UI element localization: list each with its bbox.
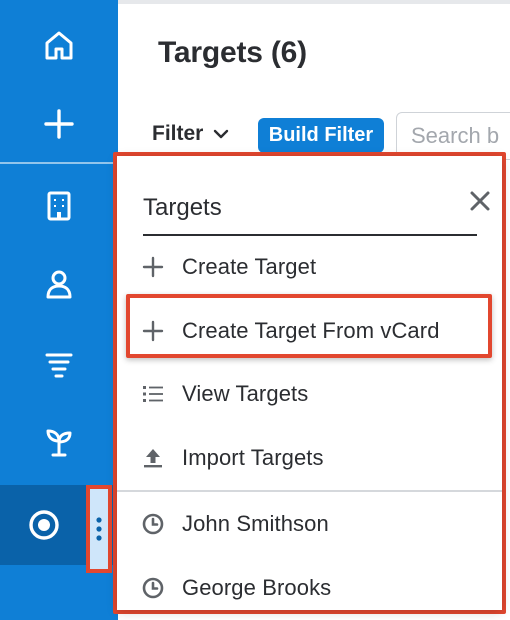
sidebar-item-contacts[interactable]	[0, 246, 118, 322]
sidebar	[0, 0, 118, 620]
sidebar-item-home[interactable]	[0, 8, 118, 84]
vertical-ellipsis-icon	[96, 517, 102, 541]
menu-item-view-targets[interactable]: View Targets	[117, 365, 502, 423]
recent-item-george-brooks[interactable]: George Brooks	[117, 559, 502, 617]
recent-item-label: George Brooks	[182, 575, 332, 600]
module-more-button[interactable]	[86, 485, 112, 573]
menu-title-underline	[143, 234, 477, 236]
menu-item-create-target-from-vcard[interactable]: Create Target From vCard	[117, 302, 502, 360]
sidebar-item-accounts[interactable]	[0, 168, 118, 244]
menu-item-label: Create Target From vCard	[182, 318, 440, 343]
filter-icon	[45, 353, 73, 378]
menu-item-label: Import Targets	[182, 445, 324, 470]
menu-item-label: Create Target	[182, 254, 317, 279]
clock-icon	[141, 576, 165, 600]
plus-icon	[44, 109, 74, 139]
menu-title: Targets	[143, 194, 222, 221]
plus-icon	[141, 255, 165, 279]
filter-dropdown[interactable]: Filter	[152, 122, 229, 146]
menu-item-label: View Targets	[182, 381, 309, 406]
menu-separator	[117, 490, 502, 492]
plus-icon	[141, 319, 165, 343]
menu-close-button[interactable]	[467, 188, 493, 214]
header-border	[118, 0, 510, 4]
sidebar-divider	[0, 162, 118, 164]
person-icon	[46, 270, 72, 299]
filter-label: Filter	[152, 122, 204, 145]
clock-icon	[141, 512, 165, 536]
page-title: Targets (6)	[158, 36, 307, 69]
sidebar-item-filters[interactable]	[0, 326, 118, 402]
target-icon	[29, 510, 59, 540]
list-icon	[141, 382, 165, 406]
menu-item-import-targets[interactable]: Import Targets	[117, 429, 502, 487]
upload-icon	[141, 446, 165, 470]
building-icon	[47, 191, 71, 221]
recent-item-label: John Smithson	[182, 511, 329, 536]
module-menu: Targets Create Target Create Target From…	[117, 156, 502, 610]
build-filter-button[interactable]: Build Filter	[258, 118, 384, 153]
recent-item-john-smithson[interactable]: John Smithson	[117, 495, 502, 553]
sidebar-item-quick-create[interactable]	[0, 86, 118, 162]
sprout-icon	[46, 429, 72, 457]
sidebar-item-opportunities[interactable]	[0, 404, 118, 480]
chevron-down-icon	[214, 129, 229, 139]
close-icon	[470, 191, 490, 211]
menu-item-create-target[interactable]: Create Target	[117, 238, 502, 296]
home-icon	[45, 31, 73, 60]
